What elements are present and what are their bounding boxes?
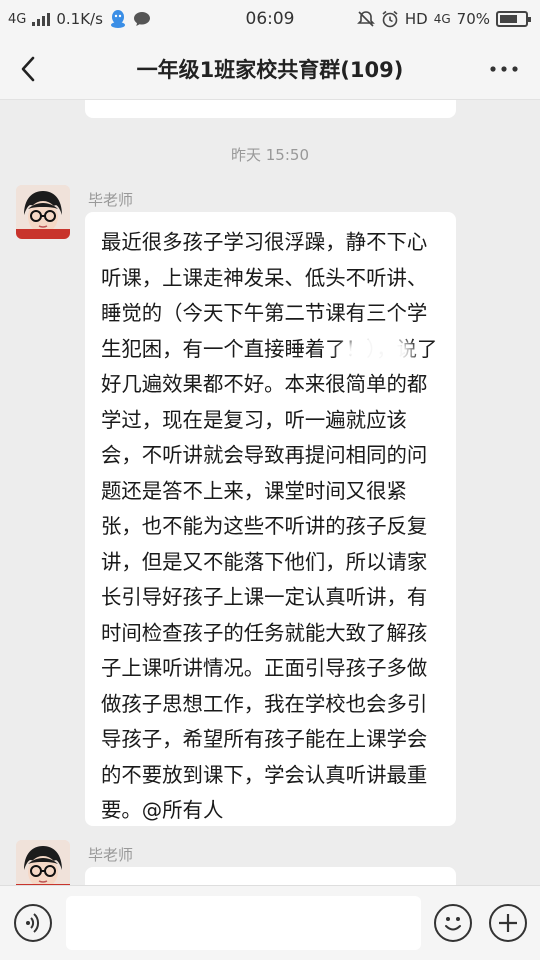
- chat-bubble-icon: [133, 12, 150, 26]
- more-functions-button[interactable]: [489, 904, 527, 942]
- chat-title: 一年级1班家校共育群(109): [136, 57, 404, 82]
- nav-bar: 一年级1班家校共育群(109): [0, 38, 540, 100]
- status-right: HD 4G 70%: [356, 10, 531, 28]
- signal-icon: [32, 12, 51, 26]
- more-options-button[interactable]: [486, 54, 522, 84]
- plus-icon: [499, 914, 517, 932]
- alarm-icon: [382, 10, 398, 28]
- message-timestamp: 昨天 15:50: [231, 146, 309, 164]
- message-text: 最近很多孩子学习很浮躁，静不下心听课，上课走神发呆、低头不听讲、睡觉的（今天下午…: [101, 230, 438, 822]
- qq-icon: [110, 10, 125, 28]
- chat-area[interactable]: 昨天 15:50 毕老师 最近很多孩子学习很浮躁，静不下心听课，上课走神发呆、低…: [0, 100, 540, 885]
- status-bar: 4G 0.1K/s 06:09 HD 4G 70%: [0, 0, 540, 38]
- sender-name: 毕老师: [88, 846, 134, 864]
- voice-input-button[interactable]: [14, 904, 52, 942]
- avatar[interactable]: [16, 840, 70, 885]
- message-bubble[interactable]: [85, 867, 456, 885]
- redaction-blur: [335, 332, 419, 372]
- sender-name: 毕老师: [88, 191, 134, 209]
- mute-bell-icon: [356, 11, 375, 27]
- child-avatar-image: [16, 185, 70, 239]
- hd-label: HD: [404, 10, 428, 28]
- network-label: 4G: [8, 11, 27, 27]
- child-avatar-image: [16, 840, 70, 885]
- network-speed: 0.1K/s: [56, 10, 103, 28]
- voice-icon: [26, 913, 40, 933]
- emoji-button[interactable]: [434, 904, 472, 942]
- input-bar: [0, 885, 540, 960]
- status-left: 4G 0.1K/s: [8, 9, 151, 29]
- network-right-label: 4G: [433, 12, 451, 26]
- smiley-icon: [445, 917, 461, 931]
- battery-icon: [496, 11, 531, 27]
- previous-message-bubble[interactable]: [85, 100, 456, 118]
- battery-percent: 70%: [456, 10, 490, 28]
- back-button[interactable]: [14, 52, 44, 86]
- message-bubble[interactable]: 最近很多孩子学习很浮躁，静不下心听课，上课走神发呆、低头不听讲、睡觉的（今天下午…: [85, 212, 456, 826]
- message-input[interactable]: [66, 896, 421, 950]
- avatar[interactable]: [16, 185, 70, 239]
